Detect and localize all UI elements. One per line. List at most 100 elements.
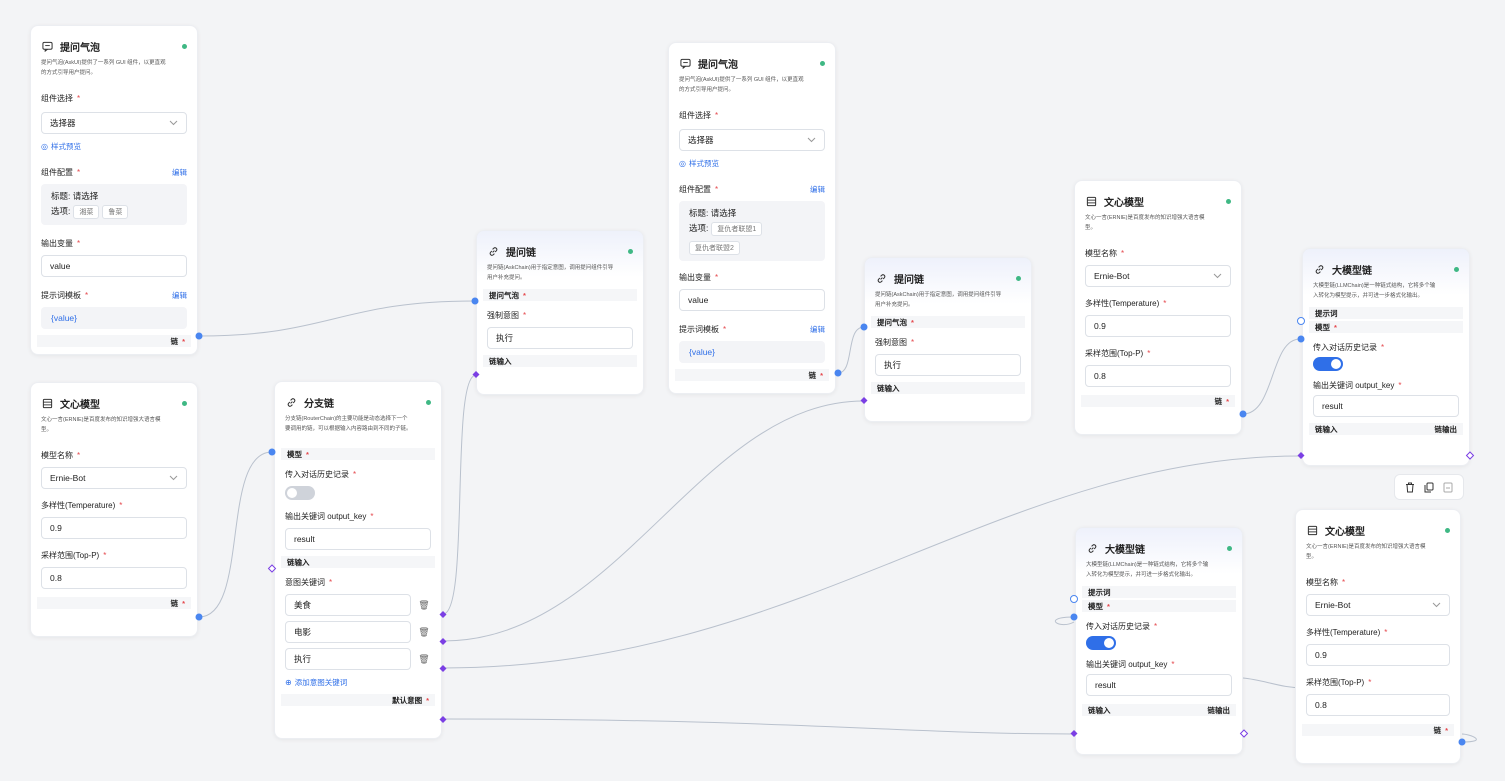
prompt-input-port[interactable]: 提示词 [1309,307,1463,319]
output-key-input[interactable]: result [1086,674,1232,696]
model-select[interactable]: Ernie-Bot [1306,594,1450,616]
node-title: 文心模型 [1104,197,1144,209]
output-key-input[interactable]: result [285,528,431,550]
trash-icon[interactable]: 🗑 [417,654,431,665]
template-box[interactable]: {value} [41,307,187,329]
node-title: 文心模型 [1325,526,1365,538]
chain-output-port[interactable]: 链 * [37,597,191,609]
chain-input-port[interactable]: 链输入 [871,382,1025,394]
history-toggle[interactable] [1313,357,1343,371]
template-label: 提示词模板 * 编辑 [679,324,825,335]
edit-link[interactable]: 编辑 [810,184,825,195]
output-variable-input[interactable]: value [41,255,187,277]
temperature-input[interactable]: 0.9 [1085,315,1231,337]
model-input-port[interactable]: 模型 * [281,448,435,460]
temperature-label: 多样性(Temperature) * [1085,298,1167,308]
chat-bubble-icon [41,40,54,53]
ask-chain-node-2[interactable]: 提问链 提问链(AskChain)用于指定意图，调用提问组件引导 用户补充提问。 … [864,257,1032,422]
temperature-input[interactable]: 0.9 [1306,644,1450,666]
model-input-port[interactable]: 模型 * [1082,600,1236,612]
node-description: 大模型链(LLMChain)是一种链式结构，它将多个输 入转化为模型提示，并可进一… [1086,562,1209,578]
output-key-input[interactable]: result [1313,395,1459,417]
history-label: 传入对话历史记录 * [285,469,357,479]
output-key-label: 输出关键词 output_key * [1313,380,1402,390]
trash-icon[interactable]: 🗑 [417,600,431,611]
keyword-input[interactable]: 美食 [285,594,411,616]
temperature-input[interactable]: 0.9 [41,517,187,539]
llm-chain-node-2[interactable]: 大模型链 大模型链(LLMChain)是一种链式结构，它将多个输 入转化为模型提示… [1302,248,1470,466]
node-title: 提问链 [506,247,536,259]
prompt-input-port[interactable]: 提示词 [1082,586,1236,598]
status-dot [1016,275,1021,281]
status-dot [1454,266,1459,272]
wenxin-node-3[interactable]: 文心模型 文心一言(ERNIE)是百度发布的知识增强大语言模 型。 模型名称 * E… [1295,509,1461,764]
link-icon [1313,263,1326,276]
keyword-input[interactable]: 执行 [285,648,411,670]
llm-chain-node-1[interactable]: 大模型链 大模型链(LLMChain)是一种链式结构，它将多个输 入转化为模型提示… [1075,527,1243,755]
chain-input-port[interactable]: 链输入 [483,355,637,367]
model-input-port[interactable]: 模型 * [1309,321,1463,333]
component-label: 组件选择 * [41,93,81,103]
node-description: 提问链(AskChain)用于指定意图，调用提问组件引导 用户补充提问。 [487,265,614,281]
node-header: 提问气泡 [679,55,825,71]
component-select[interactable]: 选择器 [679,129,825,151]
askui-node-1[interactable]: 提问气泡 提问气泡(AskUI)提供了一系列 GUI 组件，以更直观 的方式引导用… [30,25,198,355]
model-select[interactable]: Ernie-Bot [41,467,187,489]
save-icon[interactable] [1442,481,1454,493]
history-label: 传入对话历史记录 * [1313,342,1385,352]
node-header: 文心模型 [41,395,187,411]
model-select[interactable]: Ernie-Bot [1085,265,1231,287]
chain-output-port[interactable]: 链 * [1302,724,1454,736]
ask-chain-node-1[interactable]: 提问链 提问链(AskChain)用于指定意图，调用提问组件引导 用户补充提问。 … [476,230,644,395]
chain-input-port[interactable]: 链输入 [281,556,435,568]
top-p-label: 采样范围(Top-P) * [1306,677,1372,687]
askui-input-port[interactable]: 提问气泡 * [483,289,637,301]
component-select[interactable]: 选择器 [41,112,187,134]
chain-output-port[interactable]: 链 * [1081,395,1235,407]
keyword-input[interactable]: 电影 [285,621,411,643]
template-box[interactable]: {value} [679,341,825,363]
forced-intent-input[interactable]: 执行 [487,327,633,349]
chain-output-port[interactable]: 链 * [37,335,191,347]
top-p-input[interactable]: 0.8 [1085,365,1231,387]
askui-node-2[interactable]: 提问气泡 提问气泡(AskUI)提供了一系列 GUI 组件，以更直观 的方式引导用… [668,42,836,394]
keyword-row: 电影 🗑 [285,621,431,643]
node-title: 提问气泡 [698,59,738,71]
forced-intent-input[interactable]: 执行 [875,354,1021,376]
config-label: 组件配置 * 编辑 [679,184,825,195]
node-header: 提问链 [487,243,633,259]
wenxin-node-2[interactable]: 文心模型 文心一言(ERNIE)是百度发布的知识增强大语言模 型。 模型名称 * E… [1074,180,1242,435]
top-p-input[interactable]: 0.8 [1306,694,1450,716]
output-variable-input[interactable]: value [679,289,825,311]
flow-canvas[interactable]: 提问气泡 提问气泡(AskUI)提供了一系列 GUI 组件，以更直观 的方式引导用… [0,0,1505,781]
trash-icon[interactable]: 🗑 [417,627,431,638]
router-chain-node[interactable]: 分支链 分支链(RouterChain)的主要功能是动态选择下一个 要调用的链，可… [274,381,442,739]
edit-link[interactable]: 编辑 [172,290,187,301]
history-toggle[interactable] [285,486,315,500]
default-intent-port[interactable]: 默认意图 * [281,694,435,706]
status-dot [628,248,633,254]
askui-input-port[interactable]: 提问气泡 * [871,316,1025,328]
add-keyword-button[interactable]: ⊕ 添加意图关键词 [285,676,431,688]
edit-link[interactable]: 编辑 [172,167,187,178]
chain-output-port[interactable]: 链 * [675,369,829,381]
copy-icon[interactable] [1423,481,1435,493]
chain-io-port[interactable]: 链输入 链输出 [1082,704,1236,716]
status-dot [820,60,825,66]
wenxin-node-1[interactable]: 文心模型 文心一言(ERNIE)是百度发布的知识增强大语言模 型。 模型名称 * E… [30,382,198,637]
style-preview-link[interactable]: ◎ 样式预览 [679,157,825,169]
status-dot [1227,545,1232,551]
keyword-row: 美食 🗑 [285,594,431,616]
edge-wenxin2-llm2 [1242,338,1301,415]
config-box: 标题: 请选择 选项: 湘菜 鲁菜 [41,184,187,225]
style-preview-link[interactable]: ◎ 样式预览 [41,140,187,152]
edit-link[interactable]: 编辑 [810,324,825,335]
intent-keywords-label: 意图关键词 * [285,577,333,587]
link-icon [285,396,298,409]
history-toggle[interactable] [1086,636,1116,650]
top-p-input[interactable]: 0.8 [41,567,187,589]
trash-icon[interactable] [1404,481,1416,493]
node-description: 文心一言(ERNIE)是百度发布的知识增强大语言模 型。 [41,417,161,433]
chain-io-port[interactable]: 链输入 链输出 [1309,423,1463,435]
node-title: 大模型链 [1332,265,1372,277]
